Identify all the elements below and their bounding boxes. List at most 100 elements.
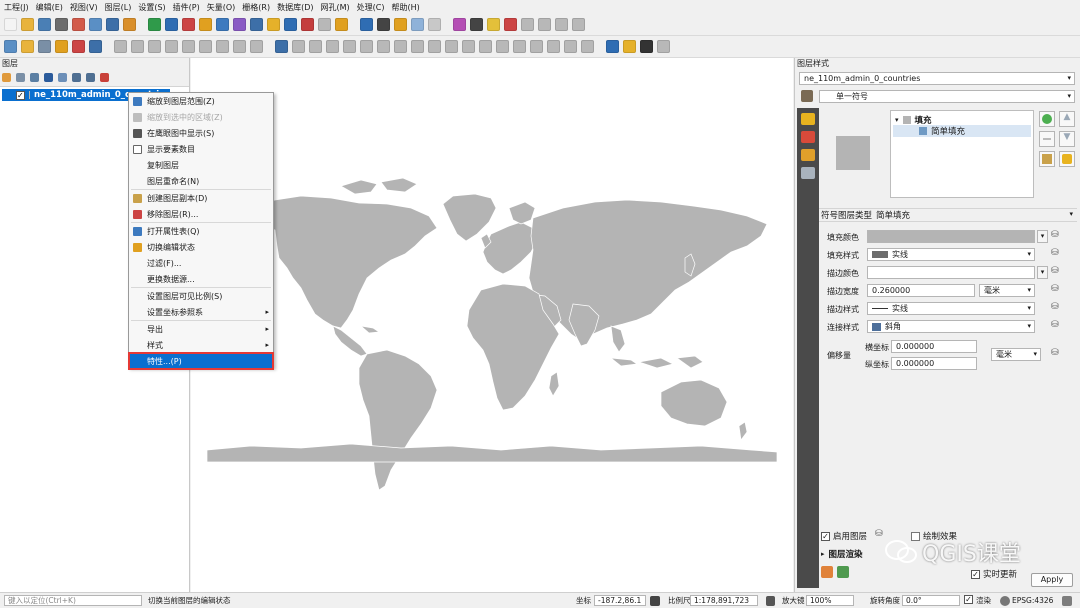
fill-color-button[interactable]: [867, 230, 1035, 243]
toolbar-tool-icon[interactable]: [148, 40, 161, 53]
toolbar-tool-icon[interactable]: [343, 40, 356, 53]
symbology-tab-icon[interactable]: [801, 131, 815, 143]
toolbar-tool-icon[interactable]: [360, 18, 373, 31]
crs-globe-icon[interactable]: [1000, 596, 1010, 606]
toolbar-tool-icon[interactable]: [89, 40, 102, 53]
toolbar-tool-icon[interactable]: [250, 40, 263, 53]
toolbar-tool-icon[interactable]: [318, 18, 331, 31]
toolbar-tool-icon[interactable]: [496, 40, 509, 53]
apply-button[interactable]: Apply: [1031, 573, 1073, 587]
toolbar-tool-icon[interactable]: [411, 18, 424, 31]
toolbar-tool-icon[interactable]: [479, 40, 492, 53]
duplicate-symbol-layer-button[interactable]: [1039, 151, 1055, 167]
offset-x-input[interactable]: 0.000000: [891, 340, 977, 353]
filter-icon[interactable]: [44, 72, 53, 82]
data-defined-override-icon[interactable]: ⛁: [1051, 266, 1059, 276]
toolbar-tool-icon[interactable]: [394, 18, 407, 31]
renderer-combo[interactable]: 单一符号 ▾: [819, 90, 1075, 103]
toolbar-tool-icon[interactable]: [165, 40, 178, 53]
remove-symbol-layer-button[interactable]: [1039, 131, 1055, 147]
redo-icon[interactable]: [837, 566, 849, 578]
live-update-row[interactable]: ✓ 实时更新: [971, 568, 1017, 580]
toolbar-tool-icon[interactable]: [38, 18, 51, 31]
toolbar-tool-icon[interactable]: [216, 18, 229, 31]
expand-all-icon[interactable]: [72, 72, 81, 82]
toolbar-tool-icon[interactable]: [199, 40, 212, 53]
toolbar-tool-icon[interactable]: [131, 40, 144, 53]
toolbar-tool-icon[interactable]: [606, 40, 619, 53]
context-menu-item[interactable]: 在鹰眼图中显示(S): [129, 125, 273, 141]
collapse-all-icon[interactable]: [86, 72, 95, 82]
add-symbol-layer-button[interactable]: [1039, 111, 1055, 127]
toolbar-tool-icon[interactable]: [572, 18, 585, 31]
move-up-button[interactable]: ▲: [1059, 111, 1075, 127]
toolbar-tool-icon[interactable]: [411, 40, 424, 53]
layer-rendering-section[interactable]: ▸ 图层渲染: [821, 548, 863, 560]
add-group-icon[interactable]: [16, 72, 25, 82]
toolbar-tool-icon[interactable]: [555, 18, 568, 31]
undo-icon[interactable]: [821, 566, 833, 578]
menu-item-4[interactable]: 设置(S): [138, 2, 165, 13]
toolbar-tool-icon[interactable]: [55, 40, 68, 53]
enable-layer-checkbox[interactable]: ✓: [821, 531, 830, 541]
menu-item-3[interactable]: 图层(L): [105, 2, 132, 13]
toolbar-tool-icon[interactable]: [148, 18, 161, 31]
style-manager-icon[interactable]: [2, 72, 11, 82]
toolbar-tool-icon[interactable]: [233, 40, 246, 53]
context-menu-item[interactable]: 更换数据源...: [129, 271, 273, 287]
menu-item-10[interactable]: 处理(C): [357, 2, 385, 13]
locator-search-input[interactable]: 键入以定位(Ctrl+K): [4, 595, 142, 606]
stroke-style-combo[interactable]: 实线 ▾: [867, 302, 1035, 315]
toolbar-tool-icon[interactable]: [4, 40, 17, 53]
context-menu-item[interactable]: 复制图层: [129, 157, 273, 173]
data-defined-override-icon[interactable]: ⛁: [1051, 230, 1059, 240]
toolbar-tool-icon[interactable]: [530, 40, 543, 53]
toolbar-tool-icon[interactable]: [233, 18, 246, 31]
scale-combo[interactable]: 1:178,891,723: [690, 595, 758, 606]
history-tab-icon[interactable]: [801, 167, 815, 179]
stroke-color-button[interactable]: [867, 266, 1035, 279]
lock-color-button[interactable]: [1059, 151, 1075, 167]
toolbar-tool-icon[interactable]: [335, 18, 348, 31]
context-menu-item[interactable]: 缩放到图层范围(Z): [129, 93, 273, 109]
toolbar-tool-icon[interactable]: [292, 40, 305, 53]
coordinate-toggle-icon[interactable]: [650, 596, 660, 606]
toolbar-tool-icon[interactable]: [504, 18, 517, 31]
toolbar-tool-icon[interactable]: [123, 18, 136, 31]
context-menu-item[interactable]: 切换编辑状态: [129, 239, 273, 255]
data-defined-override-icon[interactable]: ⛁: [1051, 284, 1059, 294]
toolbar-tool-icon[interactable]: [216, 40, 229, 53]
fill-color-dropdown[interactable]: ▾: [1037, 230, 1048, 243]
live-update-checkbox[interactable]: ✓: [971, 569, 980, 579]
rotation-input[interactable]: 0.0°: [902, 595, 960, 606]
data-defined-override-icon[interactable]: ⛁: [875, 529, 883, 539]
toolbar-tool-icon[interactable]: [547, 40, 560, 53]
messages-icon[interactable]: [1062, 596, 1072, 606]
offset-unit-combo[interactable]: 毫米 ▾: [991, 348, 1041, 361]
toolbar-tool-icon[interactable]: [462, 40, 475, 53]
stroke-width-unit-combo[interactable]: 毫米 ▾: [979, 284, 1035, 297]
menu-item-11[interactable]: 帮助(H): [391, 2, 419, 13]
toolbar-tool-icon[interactable]: [360, 40, 373, 53]
toolbar-tool-icon[interactable]: [521, 18, 534, 31]
toolbar-tool-icon[interactable]: [377, 40, 390, 53]
crs-label[interactable]: EPSG:4326: [1012, 595, 1053, 607]
toolbar-tool-icon[interactable]: [55, 18, 68, 31]
labels-tab-icon[interactable]: [801, 113, 815, 125]
filter-legend-icon[interactable]: [58, 72, 67, 82]
context-menu-item[interactable]: 设置图层可见比例(S): [129, 288, 273, 304]
masks-tab-icon[interactable]: [801, 149, 815, 161]
menu-item-8[interactable]: 数据库(D): [277, 2, 313, 13]
stroke-color-dropdown[interactable]: ▾: [1037, 266, 1048, 279]
context-menu-item[interactable]: 创建图层副本(D): [129, 190, 273, 206]
menu-item-7[interactable]: 栅格(R): [242, 2, 270, 13]
toolbar-tool-icon[interactable]: [275, 40, 288, 53]
context-menu-item[interactable]: 特性...(P): [128, 352, 274, 370]
context-menu-item[interactable]: 过滤(F)...: [129, 255, 273, 271]
context-menu-item[interactable]: 样式 ▸: [129, 337, 273, 353]
context-menu-item[interactable]: 显示要素数目: [129, 141, 273, 157]
toolbar-tool-icon[interactable]: [564, 40, 577, 53]
enable-layer-row[interactable]: ✓ 启用图层: [821, 530, 867, 542]
menu-item-2[interactable]: 视图(V): [70, 2, 98, 13]
toolbar-tool-icon[interactable]: [72, 18, 85, 31]
